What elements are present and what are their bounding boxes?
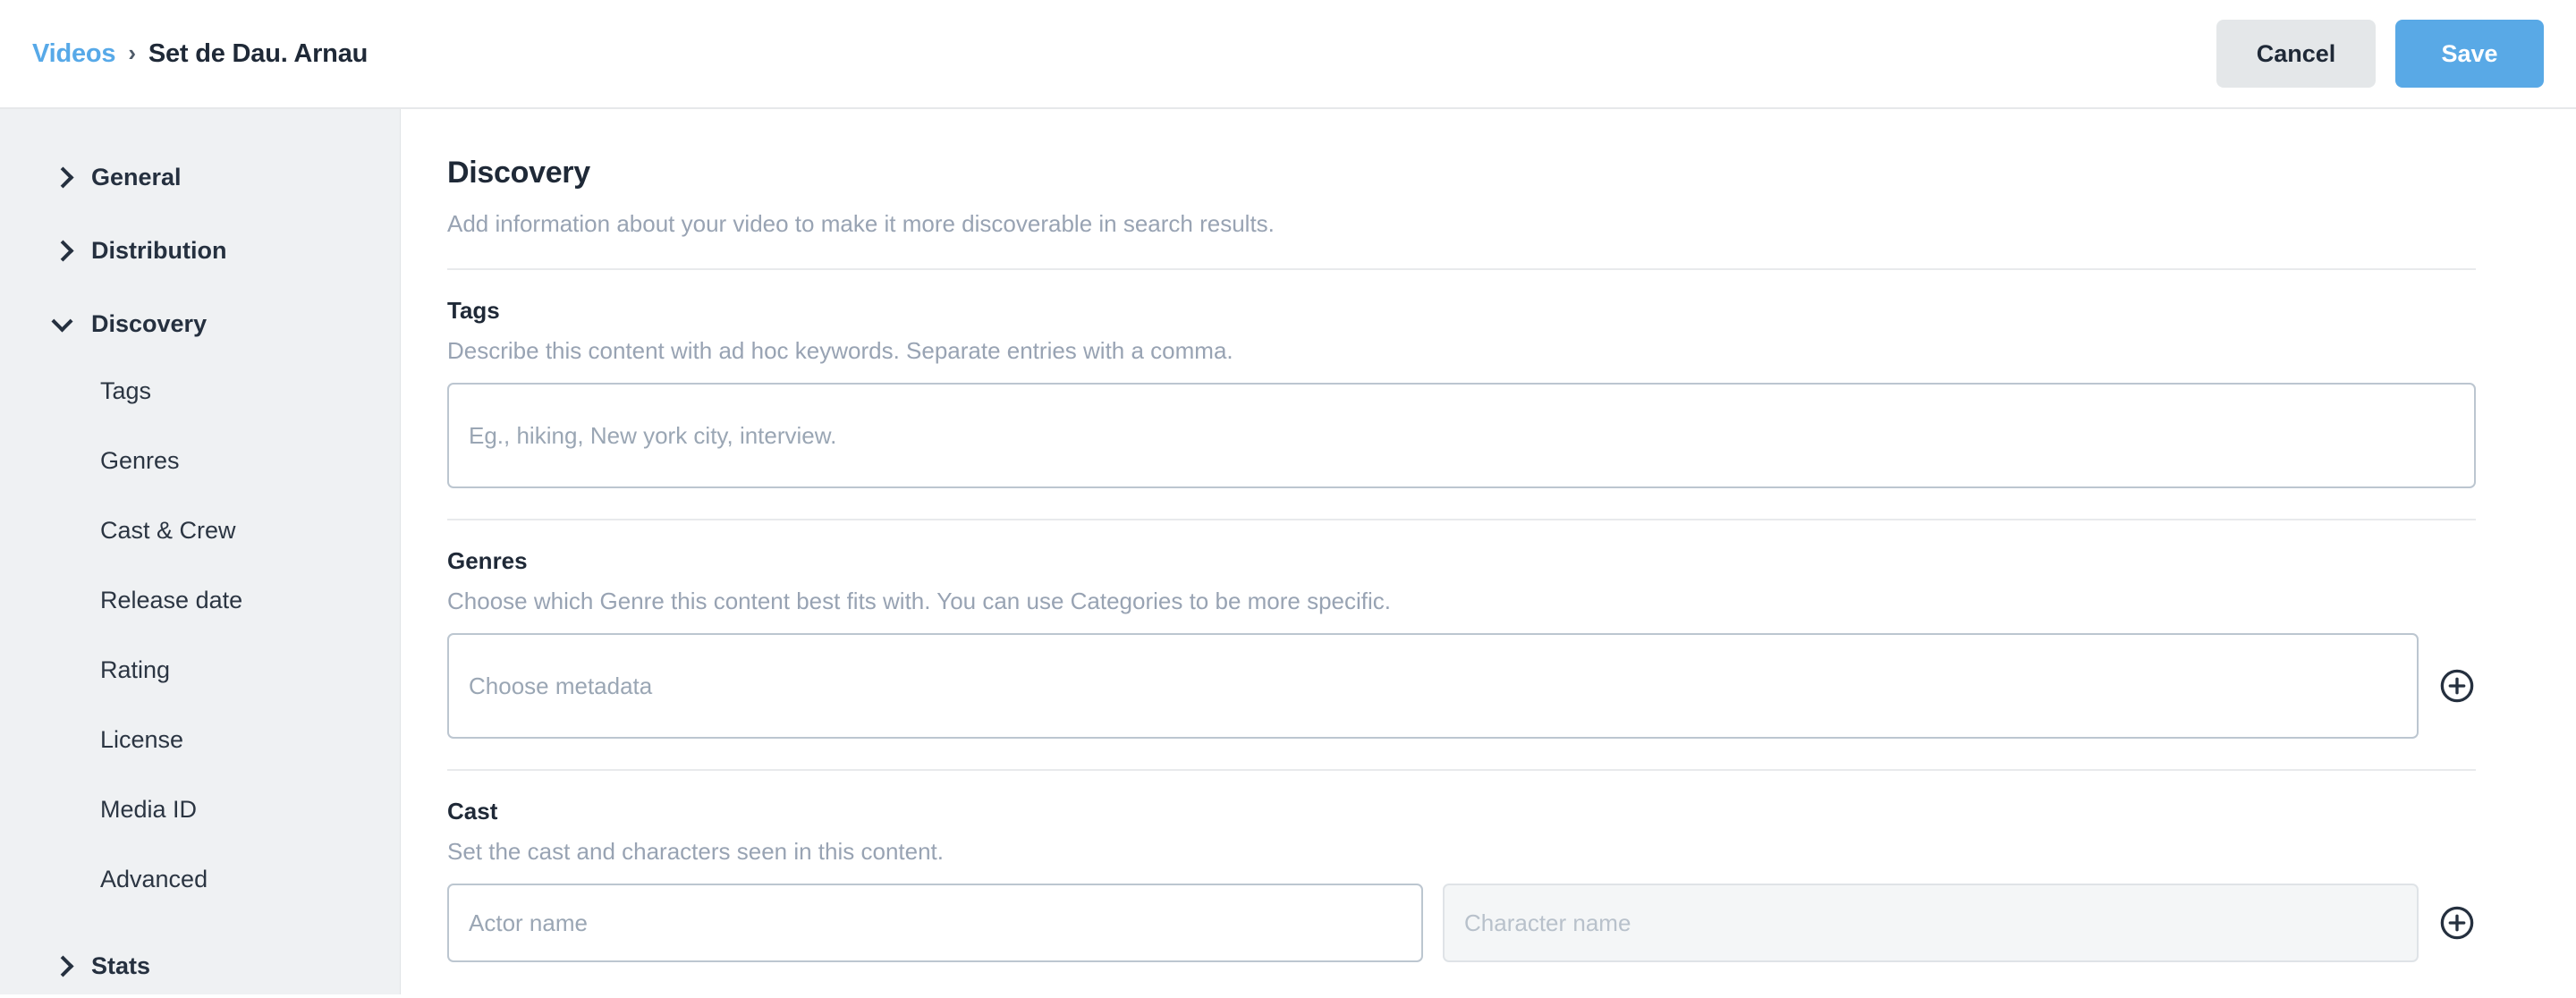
cast-help-text: Set the cast and characters seen in this… — [447, 838, 944, 865]
sidebar-navigation: General Distribution Discovery Tags Genr… — [0, 109, 401, 994]
main-content: Discovery Add information about your vid… — [401, 109, 2576, 994]
sidebar-item-label: Genres — [100, 446, 180, 474]
chevron-right-icon — [54, 167, 73, 187]
page-title: Discovery — [447, 156, 590, 190]
sidebar-group-label: Distribution — [91, 236, 227, 264]
sidebar-item-cast-and-crew[interactable]: Cast & Crew — [100, 495, 400, 565]
chevron-down-icon — [54, 314, 73, 334]
tags-input-row — [447, 383, 2476, 488]
sidebar-item-label: Media ID — [100, 795, 198, 823]
sidebar-group-general[interactable]: General — [0, 145, 400, 209]
breadcrumb-separator-icon: › — [128, 39, 136, 66]
genres-help-text: Choose which Genre this content best fit… — [447, 588, 1392, 614]
add-genre-button[interactable] — [2438, 667, 2476, 705]
cancel-button[interactable]: Cancel — [2216, 20, 2376, 88]
sidebar-group-distribution[interactable]: Distribution — [0, 218, 400, 283]
sidebar-item-genres[interactable]: Genres — [100, 426, 400, 495]
sidebar-item-rating[interactable]: Rating — [100, 635, 400, 705]
breadcrumb: Videos › Set de Dau. Arnau — [32, 39, 368, 69]
character-name-input[interactable] — [1443, 884, 2419, 962]
section-cast: Cast Set the cast and characters seen in… — [447, 798, 2476, 962]
sidebar-group-label: Discovery — [91, 309, 208, 337]
sidebar-group-stats[interactable]: Stats — [0, 934, 400, 998]
breadcrumb-link-videos[interactable]: Videos — [32, 39, 116, 69]
actor-name-input[interactable] — [447, 884, 1423, 962]
breadcrumb-current-title: Set de Dau. Arnau — [148, 38, 369, 68]
sidebar-item-label: Advanced — [100, 865, 208, 892]
sidebar-group-label: General — [91, 163, 182, 190]
section-divider — [447, 769, 2476, 771]
section-genres: Genres Choose which Genre this content b… — [447, 547, 2476, 739]
chevron-right-icon — [54, 956, 73, 976]
cast-label: Cast — [447, 798, 498, 825]
sidebar-item-release-date[interactable]: Release date — [100, 565, 400, 635]
tags-label: Tags — [447, 297, 500, 324]
sidebar-item-label: License — [100, 725, 184, 753]
save-button[interactable]: Save — [2395, 20, 2544, 88]
sidebar-item-tags[interactable]: Tags — [100, 356, 400, 426]
sidebar-item-license[interactable]: License — [100, 705, 400, 774]
plus-circle-icon — [2440, 669, 2474, 703]
page-subtitle: Add information about your video to make… — [447, 210, 1275, 237]
sidebar-item-label: Cast & Crew — [100, 516, 236, 544]
sidebar-item-label: Tags — [100, 376, 152, 404]
genres-input[interactable] — [447, 633, 2419, 739]
sidebar-discovery-items: Tags Genres Cast & Crew Release date Rat… — [0, 356, 400, 914]
page-shell: General Distribution Discovery Tags Genr… — [0, 109, 2576, 994]
top-bar: Videos › Set de Dau. Arnau Cancel Save — [0, 0, 2576, 109]
genres-label: Genres — [447, 547, 528, 574]
add-cast-member-button[interactable] — [2438, 904, 2476, 942]
sidebar-group-label: Stats — [91, 951, 151, 979]
sidebar-item-label: Rating — [100, 655, 171, 683]
sidebar-item-label: Release date — [100, 586, 243, 613]
genres-input-row — [447, 633, 2476, 739]
section-divider — [447, 268, 2476, 270]
section-divider — [447, 519, 2476, 520]
chevron-right-icon — [54, 241, 73, 260]
top-bar-actions: Cancel Save — [2216, 20, 2544, 88]
sidebar-item-advanced[interactable]: Advanced — [100, 844, 400, 914]
tags-help-text: Describe this content with ad hoc keywor… — [447, 337, 1233, 364]
plus-circle-icon — [2440, 906, 2474, 940]
tags-input[interactable] — [447, 383, 2476, 488]
cast-input-row — [447, 884, 2476, 962]
sidebar-item-media-id[interactable]: Media ID — [100, 774, 400, 844]
section-tags: Tags Describe this content with ad hoc k… — [447, 297, 2476, 488]
sidebar-group-discovery[interactable]: Discovery — [0, 292, 400, 356]
